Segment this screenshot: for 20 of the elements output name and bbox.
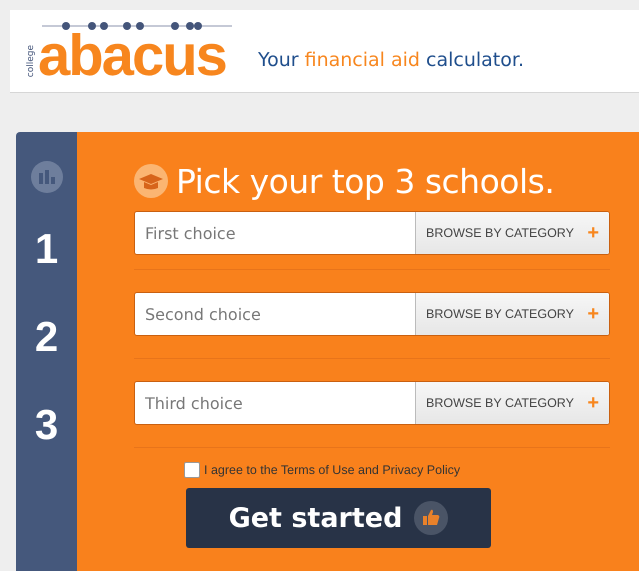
logo-text: abacus xyxy=(38,31,226,81)
bar-chart-icon xyxy=(30,161,62,193)
step-number: 1 xyxy=(34,224,58,274)
step-number: 3 xyxy=(34,400,58,450)
agree-label: I agree to the Terms of Use and Privacy Policy xyxy=(204,463,460,477)
thumbs-up-icon xyxy=(414,501,448,535)
agree-checkbox[interactable] xyxy=(184,462,200,478)
step-number: 2 xyxy=(34,312,58,362)
tagline: Your financial aid calculator. xyxy=(258,49,524,71)
browse-button[interactable]: BROWSE BY CATEGORY + xyxy=(415,382,609,424)
school-field[interactable]: First choice BROWSE BY CATEGORY + xyxy=(134,211,610,255)
browse-button[interactable]: BROWSE BY CATEGORY + xyxy=(415,212,609,254)
browse-button[interactable]: BROWSE BY CATEGORY + xyxy=(415,293,609,335)
get-started-button[interactable]: Get started xyxy=(186,488,491,548)
graduation-cap-icon xyxy=(134,164,168,198)
form-title: Pick your top 3 schools. xyxy=(176,162,554,200)
beads-icon xyxy=(42,21,232,31)
logo-prefix: college xyxy=(26,44,36,77)
school-field[interactable]: Third choice BROWSE BY CATEGORY + xyxy=(134,381,610,425)
school-field[interactable]: Second choice BROWSE BY CATEGORY + xyxy=(134,292,610,336)
